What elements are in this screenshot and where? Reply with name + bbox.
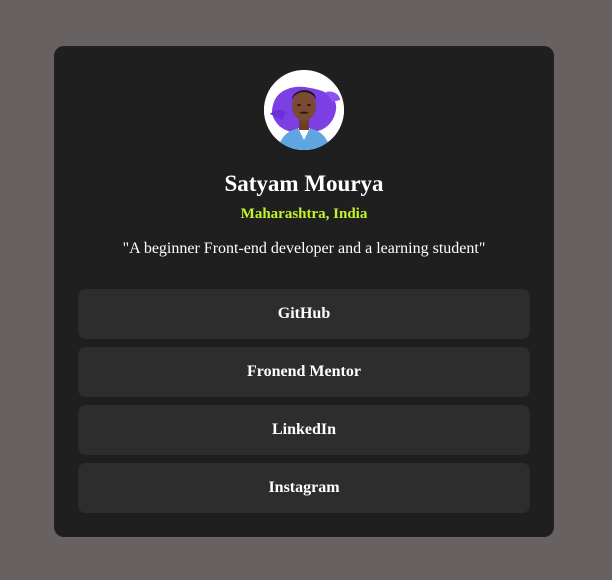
profile-location: Maharashtra, India [240,206,368,222]
github-link-button[interactable]: GitHub [78,289,530,339]
social-links: GitHub Fronend Mentor LinkedIn Instagram [78,289,530,521]
profile-photo-icon [264,70,344,150]
instagram-link-button[interactable]: Instagram [78,463,530,513]
linkedin-link-button[interactable]: LinkedIn [78,405,530,455]
frontend-mentor-link-button[interactable]: Fronend Mentor [78,347,530,397]
profile-name: Satyam Mourya [224,171,384,196]
profile-card: Satyam Mourya Maharashtra, India "A begi… [54,46,554,537]
profile-bio: "A beginner Front-end developer and a le… [122,240,486,257]
avatar [264,70,344,150]
